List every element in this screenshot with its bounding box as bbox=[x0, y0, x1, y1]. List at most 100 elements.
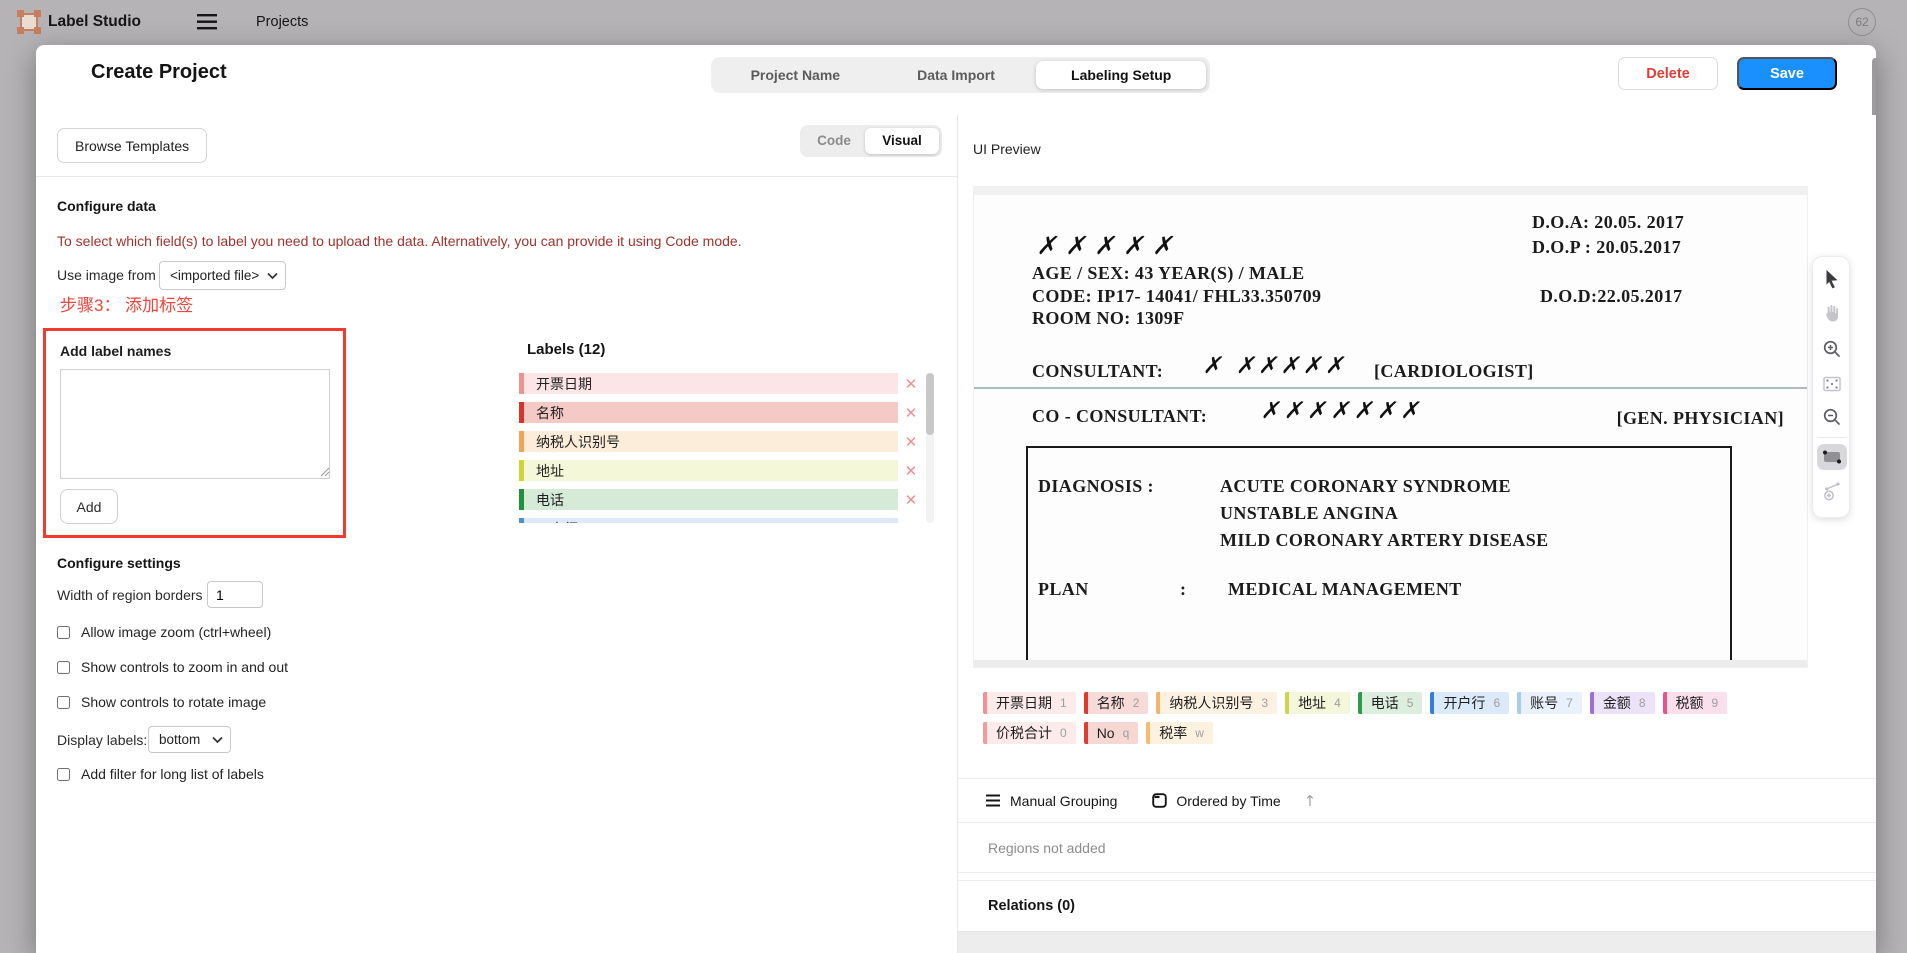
zoom-controls-label: Show controls to zoom in and out bbox=[81, 659, 288, 675]
label-chip[interactable]: 纳税人识别号3 bbox=[1156, 692, 1277, 714]
chip-hotkey: 7 bbox=[1566, 696, 1573, 710]
label-row: 开户行 ✕ bbox=[519, 518, 940, 523]
diagnosis-line-1: ACUTE CORONARY SYNDROME bbox=[1220, 476, 1511, 497]
manual-grouping-icon[interactable] bbox=[986, 794, 1001, 807]
chip-hotkey: 4 bbox=[1334, 696, 1341, 710]
tab-labeling-setup[interactable]: Labeling Setup bbox=[1036, 61, 1206, 89]
fit-window-tool-icon[interactable] bbox=[1821, 373, 1843, 395]
canvas-toolbar bbox=[1812, 256, 1850, 518]
hamburger-menu-icon[interactable] bbox=[197, 14, 219, 30]
label-chip[interactable]: 价税合计0 bbox=[983, 722, 1076, 744]
top-bar: Label Studio Projects 62 bbox=[0, 0, 1907, 45]
chip-hotkey: 3 bbox=[1261, 696, 1268, 710]
divider bbox=[36, 176, 958, 177]
checkbox-row: Add filter for long list of labels bbox=[57, 766, 264, 782]
chip-text: 税额 bbox=[1676, 693, 1704, 713]
delete-label-icon[interactable]: ✕ bbox=[898, 375, 924, 393]
relation-tool-icon[interactable] bbox=[1821, 480, 1843, 502]
chip-text: 金额 bbox=[1603, 693, 1631, 713]
label-item[interactable]: 纳税人识别号 bbox=[519, 431, 898, 452]
doc-co-consultant-label: CO - CONSULTANT: bbox=[1032, 406, 1207, 427]
label-item[interactable]: 名称 bbox=[519, 402, 898, 423]
label-filter-checkbox[interactable] bbox=[57, 768, 70, 781]
zoom-controls-checkbox[interactable] bbox=[57, 661, 70, 674]
sort-ascending-icon[interactable]: ↑ bbox=[1304, 792, 1317, 810]
label-item[interactable]: 电话 bbox=[519, 489, 898, 510]
label-chip[interactable]: 税额9 bbox=[1663, 692, 1728, 714]
label-chip[interactable]: 地址4 bbox=[1285, 692, 1350, 714]
doc-doa: D.O.A: 20.05. 2017 bbox=[1532, 212, 1684, 233]
chip-text: 名称 bbox=[1097, 693, 1125, 713]
allow-zoom-checkbox[interactable] bbox=[57, 626, 70, 639]
image-source-select[interactable]: <imported file> bbox=[159, 261, 286, 290]
rotate-controls-label: Show controls to rotate image bbox=[81, 694, 266, 710]
toggle-visual[interactable]: Visual bbox=[865, 128, 939, 154]
zoom-out-tool-icon[interactable] bbox=[1821, 406, 1843, 428]
label-chip[interactable]: 名称2 bbox=[1084, 692, 1149, 714]
rotate-controls-checkbox[interactable] bbox=[57, 696, 70, 709]
use-image-from-label: Use image from bbox=[57, 267, 156, 283]
display-labels-select[interactable]: bottom bbox=[148, 726, 231, 753]
chip-hotkey: w bbox=[1195, 726, 1204, 740]
label-chip[interactable]: 电话5 bbox=[1358, 692, 1423, 714]
label-row: 名称 ✕ bbox=[519, 402, 940, 423]
upload-warning-text: To select which field(s) to label you ne… bbox=[57, 233, 742, 249]
label-chip[interactable]: 开户行6 bbox=[1430, 692, 1509, 714]
chip-text: 税率 bbox=[1159, 723, 1187, 743]
diagnosis-label: DIAGNOSIS : bbox=[1038, 476, 1154, 497]
delete-label-icon[interactable]: ✕ bbox=[898, 520, 924, 524]
pan-tool-icon[interactable] bbox=[1821, 303, 1843, 325]
labels-scrollbar[interactable] bbox=[926, 373, 934, 523]
notification-count-badge[interactable]: 62 bbox=[1848, 8, 1876, 36]
add-label-button[interactable]: Add bbox=[60, 489, 118, 524]
create-project-modal: Create Project Project Name Data Import … bbox=[36, 45, 1876, 953]
doc-dod: D.O.D:22.05.2017 bbox=[1540, 286, 1682, 307]
rectangle-tool-icon[interactable] bbox=[1821, 446, 1843, 468]
toolbar-divider bbox=[1818, 437, 1846, 438]
add-labels-highlight-box: Add label names Add bbox=[43, 328, 346, 538]
tab-data-import[interactable]: Data Import bbox=[876, 61, 1037, 89]
delete-label-icon[interactable]: ✕ bbox=[898, 433, 924, 451]
label-chip[interactable]: Noq bbox=[1084, 722, 1139, 744]
delete-label-icon[interactable]: ✕ bbox=[898, 404, 924, 422]
patient-name-scribble: ✗✗✗✗✗ bbox=[1035, 231, 1186, 260]
nav-projects[interactable]: Projects bbox=[256, 14, 308, 30]
scan-edge bbox=[974, 187, 1807, 195]
label-palette-row-1: 开票日期 1 名称2 纳税人识别号3 地址4 电话5 开户行6 账号7 金额8 税… bbox=[983, 692, 1727, 714]
zoom-in-tool-icon[interactable] bbox=[1821, 338, 1843, 360]
move-tool-icon[interactable] bbox=[1821, 268, 1843, 290]
chip-hotkey: 1 bbox=[1060, 696, 1067, 710]
save-button[interactable]: Save bbox=[1737, 57, 1837, 90]
delete-button[interactable]: Delete bbox=[1618, 57, 1718, 90]
chip-hotkey: 0 bbox=[1060, 726, 1067, 740]
delete-label-icon[interactable]: ✕ bbox=[898, 491, 924, 509]
labeling-config-panel: Browse Templates Code Visual Configure d… bbox=[36, 115, 958, 953]
delete-label-icon[interactable]: ✕ bbox=[898, 462, 924, 480]
label-item[interactable]: 开票日期 bbox=[519, 373, 898, 394]
ordered-by-time-button[interactable]: Ordered by Time bbox=[1176, 793, 1280, 809]
label-chip[interactable]: 账号7 bbox=[1517, 692, 1582, 714]
app-title: Label Studio bbox=[48, 13, 141, 31]
browse-templates-button[interactable]: Browse Templates bbox=[57, 128, 207, 163]
label-item[interactable]: 地址 bbox=[519, 460, 898, 481]
label-chip[interactable]: 税率 w bbox=[1146, 722, 1213, 744]
label-chip[interactable]: 开票日期 1 bbox=[983, 692, 1076, 714]
label-chip[interactable]: 金额8 bbox=[1590, 692, 1655, 714]
annotation-image-canvas[interactable]: ✗✗✗✗✗ D.O.A: 20.05. 2017 D.O.P : 20.05.2… bbox=[973, 186, 1808, 668]
chip-text: 开票日期 bbox=[996, 693, 1052, 713]
ui-preview-panel: UI Preview ✗✗✗✗✗ D.O.A: 20.05. 2017 D.O.… bbox=[958, 115, 1876, 953]
ui-preview-heading: UI Preview bbox=[973, 141, 1041, 157]
label-item[interactable]: 开户行 bbox=[519, 518, 898, 523]
toggle-code[interactable]: Code bbox=[803, 128, 865, 154]
code-visual-toggle: Code Visual bbox=[800, 125, 942, 157]
chip-hotkey: q bbox=[1123, 726, 1130, 740]
labels-count-heading: Labels (12) bbox=[527, 341, 605, 358]
panel-footer-band bbox=[958, 932, 1876, 953]
manual-grouping-button[interactable]: Manual Grouping bbox=[1010, 793, 1117, 809]
ordered-by-time-icon[interactable] bbox=[1152, 793, 1167, 808]
checkbox-row: Allow image zoom (ctrl+wheel) bbox=[57, 624, 271, 640]
label-studio-app: Label Studio Projects 62 Create Project … bbox=[0, 0, 1907, 953]
region-border-width-input[interactable] bbox=[207, 581, 263, 608]
label-names-textarea[interactable] bbox=[60, 369, 330, 479]
tab-project-name[interactable]: Project Name bbox=[715, 61, 876, 89]
